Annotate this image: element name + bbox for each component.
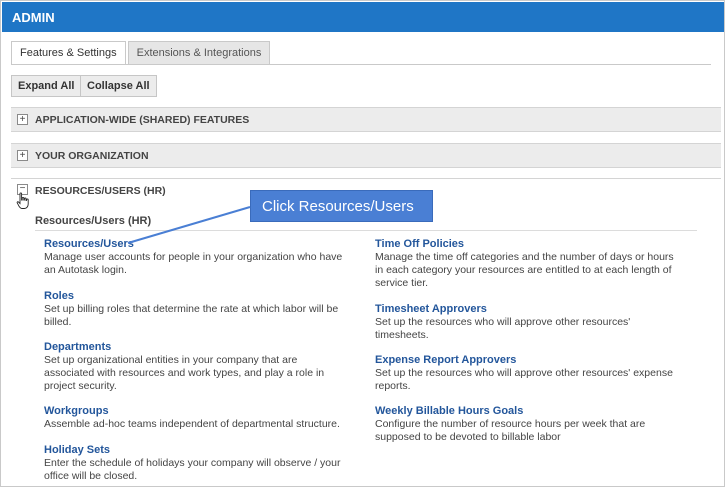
list-item: Weekly Billable Hours Goals Configure th… xyxy=(375,405,705,444)
tab-bar: Features & Settings Extensions & Integra… xyxy=(11,41,272,65)
admin-window: ADMIN Features & Settings Extensions & I… xyxy=(0,0,725,487)
instruction-callout: Click Resources/Users xyxy=(250,190,433,222)
item-description: an Autotask login. xyxy=(44,264,127,276)
expand-icon[interactable]: + xyxy=(17,150,28,161)
subsection-divider xyxy=(35,230,697,231)
section-label: YOUR ORGANIZATION xyxy=(35,150,149,162)
item-description: project security. xyxy=(44,380,117,392)
item-description: Enter the schedule of holidays your comp… xyxy=(44,457,341,469)
item-description: supposed to be devoted to billable labor xyxy=(375,431,561,443)
list-item: Timesheet Approvers Set up the resources… xyxy=(375,303,705,342)
list-item: Workgroups Assemble ad-hoc teams indepen… xyxy=(44,405,344,431)
list-item: Resources/Users Manage user accounts for… xyxy=(44,238,344,277)
item-description: in each category your resources are enti… xyxy=(375,264,672,276)
section-application-wide[interactable]: + APPLICATION-WIDE (SHARED) FEATURES xyxy=(11,107,721,132)
item-description: Manage the time off categories and the n… xyxy=(375,251,674,263)
section-label: APPLICATION-WIDE (SHARED) FEATURES xyxy=(35,114,250,126)
section-label: RESOURCES/USERS (HR) xyxy=(35,185,166,197)
item-description: Assemble ad-hoc teams independent of dep… xyxy=(44,418,340,430)
tab-divider xyxy=(11,64,711,65)
subsection-heading: Resources/Users (HR) xyxy=(35,215,152,227)
hand-cursor-icon xyxy=(16,192,29,209)
tab-features-settings[interactable]: Features & Settings xyxy=(11,41,126,65)
section-your-organization[interactable]: + YOUR ORGANIZATION xyxy=(11,143,721,168)
item-description: associated with resources and work types… xyxy=(44,367,325,379)
list-item: Departments Set up organizational entiti… xyxy=(44,341,344,393)
item-description: Configure the number of resource hours p… xyxy=(375,418,646,430)
item-description: Set up the resources who will approve ot… xyxy=(375,316,631,328)
weekly-billable-hours-goals-link[interactable]: Weekly Billable Hours Goals xyxy=(375,405,705,418)
list-item: Roles Set up billing roles that determin… xyxy=(44,290,344,329)
page-title: ADMIN xyxy=(2,2,724,32)
timesheet-approvers-link[interactable]: Timesheet Approvers xyxy=(375,303,705,316)
roles-link[interactable]: Roles xyxy=(44,290,344,303)
item-description: Manage user accounts for people in your … xyxy=(44,251,343,263)
item-description: billed. xyxy=(44,316,72,328)
item-description: office will be closed. xyxy=(44,470,138,482)
workgroups-link[interactable]: Workgroups xyxy=(44,405,344,418)
list-item: Holiday Sets Enter the schedule of holid… xyxy=(44,444,344,483)
list-item: Time Off Policies Manage the time off ca… xyxy=(375,238,705,290)
holiday-sets-link[interactable]: Holiday Sets xyxy=(44,444,344,457)
item-description: Set up the resources who will approve ot… xyxy=(375,367,673,379)
item-description: Set up organizational entities in your c… xyxy=(44,354,298,366)
collapse-all-button[interactable]: Collapse All xyxy=(80,75,157,97)
item-description: service tier. xyxy=(375,277,429,289)
resources-users-link[interactable]: Resources/Users xyxy=(44,238,344,251)
item-description: reports. xyxy=(375,380,411,392)
departments-link[interactable]: Departments xyxy=(44,341,344,354)
time-off-policies-link[interactable]: Time Off Policies xyxy=(375,238,705,251)
item-description: Set up billing roles that determine the … xyxy=(44,303,339,315)
expand-icon[interactable]: + xyxy=(17,114,28,125)
tab-extensions-integrations[interactable]: Extensions & Integrations xyxy=(127,41,271,65)
list-item: Expense Report Approvers Set up the reso… xyxy=(375,354,705,393)
expense-report-approvers-link[interactable]: Expense Report Approvers xyxy=(375,354,705,367)
expand-all-button[interactable]: Expand All xyxy=(11,75,82,97)
item-description: timesheets. xyxy=(375,329,429,341)
